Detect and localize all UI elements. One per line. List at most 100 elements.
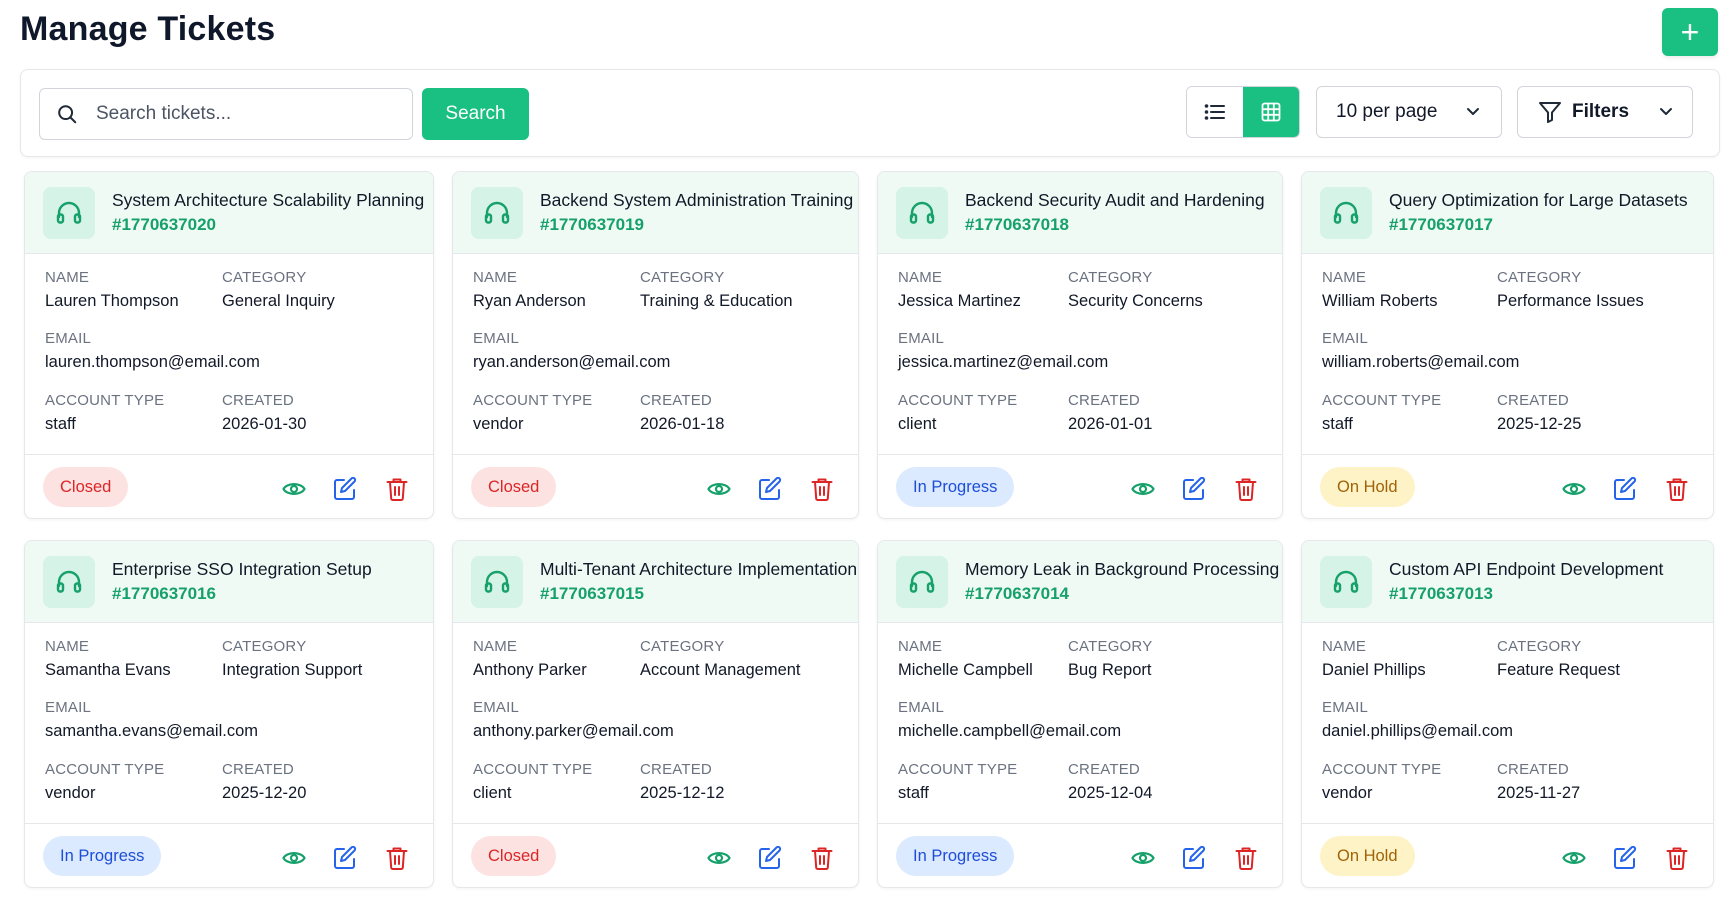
ticket-title[interactable]: Multi-Tenant Architecture Implementation bbox=[540, 559, 857, 580]
delete-button[interactable] bbox=[384, 476, 410, 502]
account-type: client bbox=[898, 415, 937, 433]
ticket-card[interactable]: Multi-Tenant Architecture Implementation… bbox=[452, 540, 859, 888]
edit-button[interactable] bbox=[1181, 845, 1207, 871]
edit-icon bbox=[759, 846, 782, 869]
ticket-card[interactable]: System Architecture Scalability Planning… bbox=[24, 171, 434, 519]
view-button[interactable] bbox=[1561, 476, 1587, 502]
headset-icon bbox=[909, 570, 935, 593]
ticket-avatar bbox=[471, 556, 523, 608]
delete-button[interactable] bbox=[809, 476, 835, 502]
per-page-select[interactable]: 10 per page bbox=[1316, 86, 1502, 138]
ticket-title[interactable]: Enterprise SSO Integration Setup bbox=[112, 559, 372, 580]
ticket-card[interactable]: Query Optimization for Large Datasets #1… bbox=[1301, 171, 1714, 519]
delete-button[interactable] bbox=[809, 845, 835, 871]
email-label: EMAIL bbox=[45, 330, 92, 347]
created-date: 2025-11-27 bbox=[1497, 784, 1581, 802]
eye-icon bbox=[1131, 852, 1155, 864]
eye-icon bbox=[282, 852, 306, 864]
edit-icon bbox=[1614, 477, 1637, 500]
edit-button[interactable] bbox=[1181, 476, 1207, 502]
view-button[interactable] bbox=[1130, 476, 1156, 502]
grid-view-button[interactable] bbox=[1243, 87, 1299, 137]
search-box[interactable] bbox=[39, 88, 413, 140]
headset-icon bbox=[484, 201, 510, 224]
edit-icon bbox=[334, 477, 357, 500]
edit-icon bbox=[334, 846, 357, 869]
created-label: CREATED bbox=[222, 761, 294, 778]
created-date: 2025-12-25 bbox=[1497, 415, 1582, 433]
card-header: Custom API Endpoint Development #1770637… bbox=[1302, 541, 1713, 623]
view-button[interactable] bbox=[706, 476, 732, 502]
ticket-card[interactable]: Backend System Administration Training #… bbox=[452, 171, 859, 519]
edit-button[interactable] bbox=[757, 476, 783, 502]
ticket-avatar bbox=[896, 556, 948, 608]
edit-button[interactable] bbox=[332, 476, 358, 502]
account-type: vendor bbox=[1322, 784, 1373, 802]
ticket-id: #1770637014 bbox=[965, 584, 1070, 603]
card-header: System Architecture Scalability Planning… bbox=[25, 172, 433, 254]
ticket-avatar bbox=[1320, 187, 1372, 239]
view-button[interactable] bbox=[1561, 845, 1587, 871]
ticket-title[interactable]: Memory Leak in Background Processing bbox=[965, 559, 1279, 580]
search-input[interactable] bbox=[96, 103, 386, 125]
email-label: EMAIL bbox=[473, 330, 520, 347]
ticket-title[interactable]: Backend Security Audit and Hardening bbox=[965, 190, 1265, 211]
add-ticket-button[interactable]: + bbox=[1662, 8, 1718, 56]
ticket-title[interactable]: Query Optimization for Large Datasets bbox=[1389, 190, 1688, 211]
filters-button[interactable]: Filters bbox=[1517, 86, 1693, 138]
delete-button[interactable] bbox=[1664, 476, 1690, 502]
name-label: NAME bbox=[898, 638, 943, 655]
delete-button[interactable] bbox=[384, 845, 410, 871]
status-badge: Closed bbox=[43, 467, 129, 507]
status-badge: In Progress bbox=[896, 836, 1015, 876]
edit-button[interactable] bbox=[1612, 845, 1638, 871]
search-button[interactable]: Search bbox=[422, 88, 529, 140]
edit-icon bbox=[1614, 846, 1637, 869]
delete-button[interactable] bbox=[1664, 845, 1690, 871]
eye-icon bbox=[707, 483, 731, 495]
trash-icon bbox=[1666, 478, 1688, 501]
headset-icon bbox=[56, 570, 82, 593]
delete-button[interactable] bbox=[1233, 845, 1259, 871]
trash-icon bbox=[386, 847, 408, 870]
customer-email: ryan.anderson@email.com bbox=[473, 353, 671, 371]
customer-email: samantha.evans@email.com bbox=[45, 722, 259, 740]
ticket-card[interactable]: Enterprise SSO Integration Setup #177063… bbox=[24, 540, 434, 888]
chevron-down-icon bbox=[1467, 108, 1479, 115]
email-label: EMAIL bbox=[45, 699, 92, 716]
ticket-category: Bug Report bbox=[1068, 661, 1152, 679]
name-label: NAME bbox=[45, 269, 90, 286]
ticket-title[interactable]: System Architecture Scalability Planning bbox=[112, 190, 424, 211]
customer-name: Anthony Parker bbox=[473, 661, 587, 679]
view-button[interactable] bbox=[281, 845, 307, 871]
created-label: CREATED bbox=[1497, 761, 1569, 778]
edit-button[interactable] bbox=[757, 845, 783, 871]
edit-button[interactable] bbox=[332, 845, 358, 871]
ticket-title[interactable]: Backend System Administration Training bbox=[540, 190, 853, 211]
ticket-card[interactable]: Backend Security Audit and Hardening #17… bbox=[877, 171, 1283, 519]
view-button[interactable] bbox=[1130, 845, 1156, 871]
delete-button[interactable] bbox=[1233, 476, 1259, 502]
ticket-category: Integration Support bbox=[222, 661, 363, 679]
name-label: NAME bbox=[1322, 638, 1367, 655]
card-footer: On Hold bbox=[1302, 823, 1713, 887]
view-button[interactable] bbox=[281, 476, 307, 502]
list-view-button[interactable] bbox=[1187, 87, 1243, 137]
category-label: CATEGORY bbox=[640, 638, 725, 655]
created-date: 2026-01-30 bbox=[222, 415, 307, 433]
ticket-category: Security Concerns bbox=[1068, 292, 1203, 310]
ticket-title[interactable]: Custom API Endpoint Development bbox=[1389, 559, 1663, 580]
card-header: Memory Leak in Background Processing #17… bbox=[878, 541, 1282, 623]
ticket-card[interactable]: Memory Leak in Background Processing #17… bbox=[877, 540, 1283, 888]
ticket-card[interactable]: Custom API Endpoint Development #1770637… bbox=[1301, 540, 1714, 888]
account-type-label: ACCOUNT TYPE bbox=[898, 761, 1018, 778]
email-label: EMAIL bbox=[1322, 699, 1369, 716]
account-type-label: ACCOUNT TYPE bbox=[898, 392, 1018, 409]
card-footer: In Progress bbox=[878, 823, 1282, 887]
edit-button[interactable] bbox=[1612, 476, 1638, 502]
name-label: NAME bbox=[1322, 269, 1367, 286]
created-label: CREATED bbox=[1068, 761, 1140, 778]
view-button[interactable] bbox=[706, 845, 732, 871]
trash-icon bbox=[1666, 847, 1688, 870]
category-label: CATEGORY bbox=[1068, 269, 1153, 286]
